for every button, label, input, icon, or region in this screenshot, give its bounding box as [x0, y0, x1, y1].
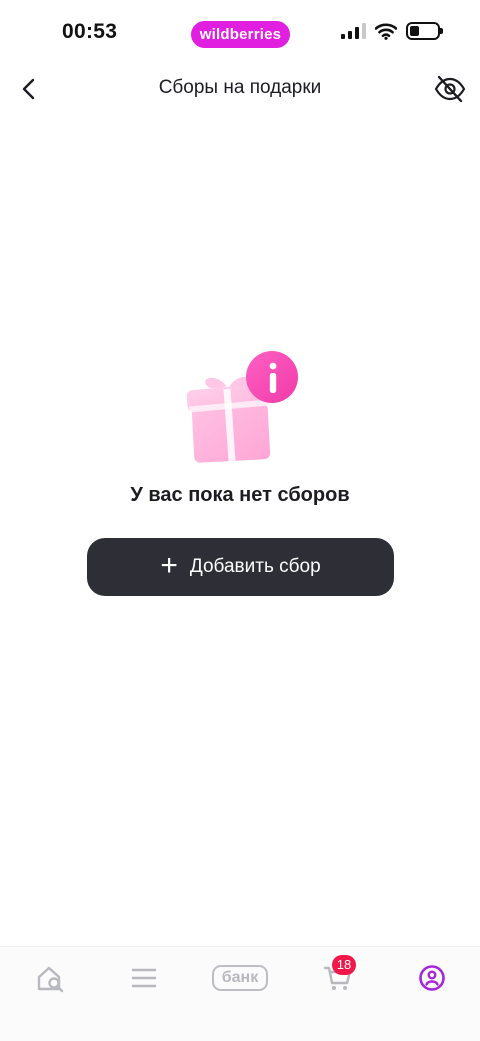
status-bar: 00:53 wildberries	[0, 0, 480, 66]
menu-icon	[131, 968, 157, 988]
wifi-icon	[375, 22, 397, 40]
signal-icon	[341, 23, 366, 39]
add-collection-label: Добавить сбор	[189, 556, 321, 577]
brand-pill: wildberries	[191, 21, 290, 48]
page-header: Сборы на подарки	[0, 66, 480, 112]
plus-icon: +	[160, 548, 178, 582]
nav-catalog[interactable]	[124, 961, 164, 995]
status-icons	[341, 22, 443, 40]
cart-count-badge: 18	[332, 955, 356, 975]
empty-state-message: У вас пока нет сборов	[130, 484, 350, 506]
battery-level	[410, 26, 419, 36]
bottom-nav: банк 18	[0, 946, 480, 1041]
add-collection-button[interactable]: + Добавить сбор	[87, 538, 394, 596]
bank-label: банк	[212, 965, 268, 991]
hide-toggle-button[interactable]	[432, 72, 468, 106]
home-search-icon	[37, 966, 64, 993]
nav-home[interactable]	[30, 961, 70, 995]
gift-info-icon	[186, 351, 298, 463]
nav-bank[interactable]: банк	[210, 961, 270, 995]
status-time: 00:53	[62, 20, 118, 43]
nav-profile[interactable]	[412, 961, 452, 995]
profile-icon	[419, 965, 445, 991]
eye-off-icon	[434, 75, 466, 103]
nav-cart[interactable]: 18	[318, 955, 358, 995]
page-title: Сборы на подарки	[158, 77, 322, 98]
battery-icon	[406, 22, 443, 40]
